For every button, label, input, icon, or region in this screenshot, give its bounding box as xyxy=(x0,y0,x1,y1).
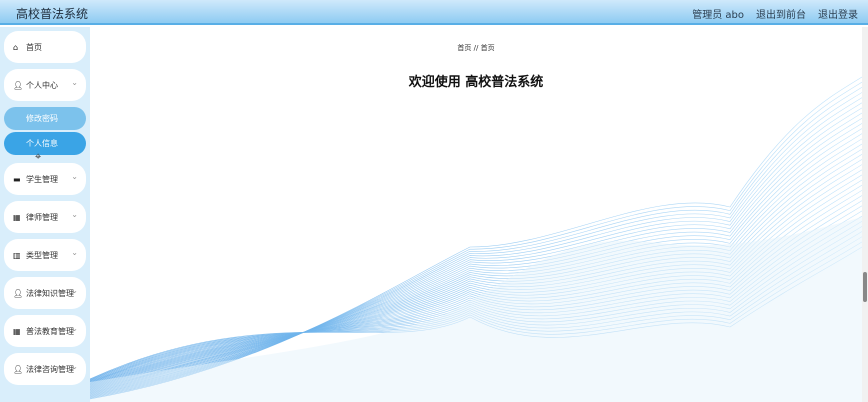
sidebar-item-label: 学生管理 xyxy=(26,174,58,184)
sidebar-item-law-education[interactable]: ▦ 普法教育管理 ⌄ xyxy=(4,315,86,347)
chevron-down-icon: ⌄ xyxy=(71,78,78,87)
chevron-down-icon: ⌄ xyxy=(71,324,78,333)
briefcase-icon: ▬ xyxy=(13,174,21,184)
sidebar-item-legal-consult[interactable]: 👤︎ 法律咨询管理 ⌄ xyxy=(4,353,86,385)
user-icon: 👤︎ xyxy=(13,80,24,90)
chevron-down-icon: ⌄ xyxy=(71,172,78,181)
top-bar: 高校普法系统 管理员 abo 退出到前台 退出登录 xyxy=(0,0,868,25)
sidebar-item-lawyers[interactable]: ▦ 律师管理 ⌄ xyxy=(4,201,86,233)
chevron-down-icon: ⌄ xyxy=(71,210,78,219)
home-icon: ⌂ xyxy=(13,42,19,52)
back-to-front-link[interactable]: 退出到前台 xyxy=(756,6,806,21)
breadcrumb: 首页 // 首页 xyxy=(90,43,862,53)
app-title: 高校普法系统 xyxy=(16,7,89,21)
sidebar-item-label: 律师管理 xyxy=(26,212,58,222)
sidebar-item-students[interactable]: ▬ 学生管理 ⌄ xyxy=(4,163,86,195)
sidebar-item-personal-center[interactable]: 👤︎ 个人中心 ⌄ xyxy=(4,69,86,101)
sidebar-item-types[interactable]: ▥ 类型管理 ⌄ xyxy=(4,239,86,271)
welcome-title: 欢迎使用 高校普法系统 xyxy=(408,75,544,90)
mouse-cursor-icon: ⌖ xyxy=(35,150,42,163)
sidebar-item-legal-knowledge[interactable]: 👤︎ 法律知识管理 ⌄ xyxy=(4,277,86,309)
breadcrumb-home[interactable]: 首页 xyxy=(457,44,471,52)
sidebar-item-label: 个人中心 xyxy=(26,80,58,90)
chevron-down-icon: ⌄ xyxy=(71,362,78,371)
page-scrollbar[interactable] xyxy=(862,27,868,402)
grid-icon: ▦ xyxy=(13,326,21,336)
user-icon: 👤︎ xyxy=(13,288,24,298)
sidebar-item-label: 法律咨询管理 xyxy=(26,364,74,374)
sidebar-item-label: 普法教育管理 xyxy=(26,326,74,336)
sidebar-item-label: 类型管理 xyxy=(26,250,58,260)
sidebar-subitem-change-password[interactable]: 修改密码 xyxy=(4,107,86,130)
main-content: 首页 // 首页 欢迎使用 高校普法系统 xyxy=(90,27,862,402)
scrollbar-thumb[interactable] xyxy=(863,272,867,302)
current-user-label: 管理员 abo xyxy=(692,10,744,21)
breadcrumb-current: 首页 xyxy=(480,44,495,52)
chevron-down-icon: ⌄ xyxy=(71,248,78,257)
breadcrumb-separator: // xyxy=(473,44,479,52)
header-actions: 管理员 abo 退出到前台 退出登录 xyxy=(692,6,858,21)
chevron-down-icon: ⌄ xyxy=(71,286,78,295)
sidebar-item-label: 法律知识管理 xyxy=(26,288,74,298)
app-window: 高校普法系统 管理员 abo 退出到前台 退出登录 ⌂ 首页 👤︎ 个人中心 ⌄… xyxy=(0,0,868,402)
user-icon: 👤︎ xyxy=(13,364,24,374)
chart-icon: ▥ xyxy=(13,250,21,260)
sidebar-subitem-personal-info[interactable]: 个人信息 xyxy=(4,132,86,155)
sidebar-item-home[interactable]: ⌂ 首页 xyxy=(4,31,86,63)
sidebar-item-label: 首页 xyxy=(26,42,42,52)
logout-link[interactable]: 退出登录 xyxy=(818,6,858,21)
sidebar: ⌂ 首页 👤︎ 个人中心 ⌄ 修改密码 个人信息 ▬ 学生管理 ⌄ ▦ 律师管理… xyxy=(0,27,90,402)
grid-icon: ▦ xyxy=(13,212,21,222)
